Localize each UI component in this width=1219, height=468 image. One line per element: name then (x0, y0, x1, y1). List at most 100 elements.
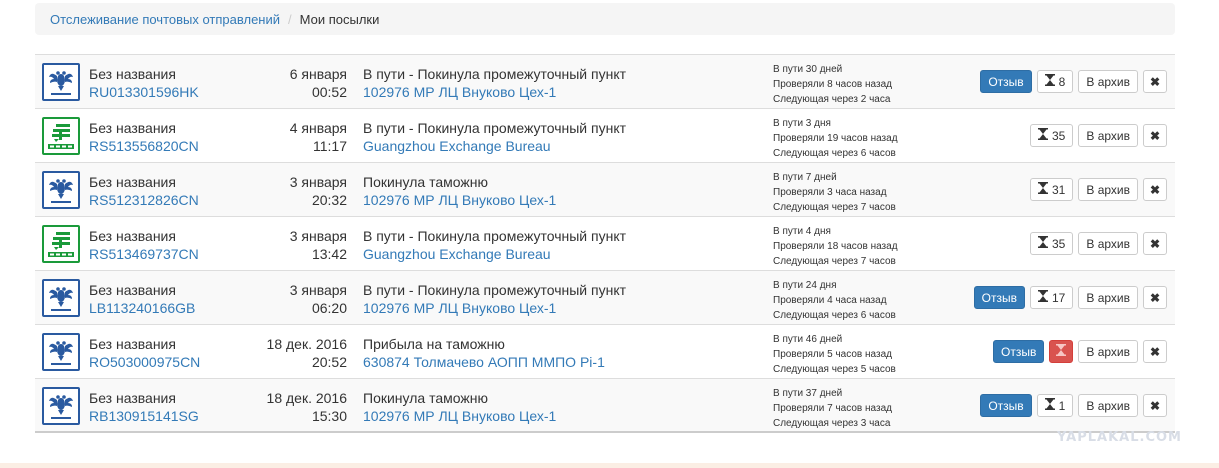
hourglass-icon (1038, 290, 1048, 305)
table-row: Без названия RO503000975CN 18 дек. 2016 … (35, 325, 1175, 379)
hourglass-icon (1038, 182, 1048, 197)
china-post-logo (42, 225, 80, 263)
archive-button[interactable]: В архив (1078, 178, 1138, 201)
tracking-number-link[interactable]: RO503000975CN (89, 354, 200, 370)
parcel-name: Без названия (89, 66, 176, 82)
timer-count: 31 (1052, 182, 1066, 197)
status-text: В пути - Покинула промежуточный пункт (363, 120, 627, 136)
timer-count: 1 (1058, 398, 1066, 413)
archive-button[interactable]: В архив (1078, 340, 1138, 363)
location-link[interactable]: Guangzhou Exchange Bureau (363, 246, 551, 262)
last-checked: Проверяли 3 часа назад (773, 187, 887, 198)
breadcrumb: Отслеживание почтовых отправлений / Мои … (35, 3, 1175, 35)
parcel-name: Без названия (89, 390, 176, 406)
transit-duration: В пути 4 дня (773, 226, 831, 237)
location-link[interactable]: 102976 МР ЛЦ Внуково Цех-1 (363, 192, 556, 208)
delete-button[interactable]: ✖ (1143, 394, 1167, 417)
parcel-name: Без названия (89, 174, 176, 190)
tracking-info: В пути 4 дня Проверяли 18 часов назад Сл… (773, 224, 898, 269)
event-date: 3 января (289, 282, 347, 298)
location-link[interactable]: 102976 МР ЛЦ Внуково Цех-1 (363, 408, 556, 424)
location-link[interactable]: 102976 МР ЛЦ Внуково Цех-1 (363, 84, 556, 100)
refresh-timer-button[interactable]: 17 (1030, 286, 1074, 309)
refresh-timer-button[interactable]: 8 (1036, 70, 1074, 93)
row-actions: Отзыв В архив ✖ (993, 340, 1167, 363)
tracking-info: В пути 3 дня Проверяли 19 часов назад Сл… (773, 116, 898, 161)
status-text: Покинула таможню (363, 390, 488, 406)
refresh-timer-button[interactable]: 1 (1036, 394, 1074, 417)
hourglass-icon (1056, 344, 1067, 359)
refresh-timer-button[interactable]: 31 (1030, 178, 1074, 201)
russian-post-logo (42, 387, 80, 425)
table-row: Без названия LB113240166GB 3 января 06:2… (35, 271, 1175, 325)
next-check: Следующая через 7 часов (773, 202, 896, 213)
tracking-number-link[interactable]: RS512312826CN (89, 192, 199, 208)
event-time: 13:42 (311, 246, 347, 262)
tracking-number-link[interactable]: LB113240166GB (89, 300, 195, 316)
archive-button[interactable]: В архив (1078, 124, 1138, 147)
event-time: 15:30 (311, 408, 347, 424)
next-check: Следующая через 7 часов (773, 256, 896, 267)
row-actions: Отзыв 8 В архив ✖ (980, 70, 1167, 93)
delete-button[interactable]: ✖ (1143, 70, 1167, 93)
tracking-number-link[interactable]: RB130915141SG (89, 408, 199, 424)
russian-post-logo (42, 63, 80, 101)
china-post-logo (42, 117, 80, 155)
status-text: Прибыла на таможню (363, 336, 505, 352)
event-date: 6 января (289, 66, 347, 82)
next-check: Следующая через 2 часа (773, 94, 891, 105)
status-text: Покинула таможню (363, 174, 488, 190)
table-row: Без названия RU013301596HK 6 января 00:5… (35, 55, 1175, 109)
tracking-info: В пути 37 дней Проверяли 7 часов назад С… (773, 386, 892, 431)
tracking-info: В пути 30 дней Проверяли 8 часов назад С… (773, 62, 892, 107)
archive-button[interactable]: В архив (1078, 286, 1138, 309)
transit-duration: В пути 3 дня (773, 118, 831, 129)
row-actions: Отзыв 17 В архив ✖ (973, 286, 1167, 309)
table-row: Без названия RS513469737CN 3 января 13:4… (35, 217, 1175, 271)
close-icon: ✖ (1149, 290, 1161, 305)
refresh-timer-button[interactable] (1049, 340, 1074, 363)
refresh-timer-button[interactable]: 35 (1030, 232, 1074, 255)
parcel-table: Без названия RU013301596HK 6 января 00:5… (35, 54, 1175, 433)
review-button[interactable]: Отзыв (973, 286, 1025, 309)
row-actions: 35 В архив ✖ (1030, 124, 1167, 147)
event-time: 06:20 (311, 300, 347, 316)
tracking-number-link[interactable]: RU013301596HK (89, 84, 199, 100)
review-button[interactable]: Отзыв (980, 70, 1032, 93)
close-icon: ✖ (1149, 398, 1161, 413)
event-date: 3 января (289, 228, 347, 244)
delete-button[interactable]: ✖ (1143, 340, 1167, 363)
last-checked: Проверяли 7 часов назад (773, 403, 892, 414)
delete-button[interactable]: ✖ (1143, 124, 1167, 147)
location-link[interactable]: 102976 МР ЛЦ Внуково Цех-1 (363, 300, 556, 316)
tracking-number-link[interactable]: RS513469737CN (89, 246, 199, 262)
archive-button[interactable]: В архив (1078, 70, 1138, 93)
timer-count: 17 (1052, 290, 1066, 305)
location-link[interactable]: 630874 Толмачево АОПП ММПО Pi-1 (363, 354, 605, 370)
parcel-name: Без названия (89, 282, 176, 298)
delete-button[interactable]: ✖ (1143, 232, 1167, 255)
refresh-timer-button[interactable]: 35 (1030, 124, 1074, 147)
delete-button[interactable]: ✖ (1143, 178, 1167, 201)
archive-button[interactable]: В архив (1078, 394, 1138, 417)
event-date: 3 января (289, 174, 347, 190)
archive-button[interactable]: В архив (1078, 232, 1138, 255)
location-link[interactable]: Guangzhou Exchange Bureau (363, 138, 551, 154)
close-icon: ✖ (1149, 74, 1161, 89)
delete-button[interactable]: ✖ (1143, 286, 1167, 309)
transit-duration: В пути 37 дней (773, 388, 843, 399)
close-icon: ✖ (1149, 236, 1161, 251)
review-button[interactable]: Отзыв (993, 340, 1045, 363)
tracking-info: В пути 24 дня Проверяли 4 часа назад Сле… (773, 278, 896, 323)
review-button[interactable]: Отзыв (980, 394, 1032, 417)
tracking-number-link[interactable]: RS513556820CN (89, 138, 199, 154)
transit-duration: В пути 24 дня (773, 280, 837, 291)
event-date: 4 января (289, 120, 347, 136)
hourglass-icon (1044, 74, 1055, 89)
row-actions: Отзыв 1 В архив ✖ (980, 394, 1167, 417)
transit-duration: В пути 7 дней (773, 172, 837, 183)
close-icon: ✖ (1149, 182, 1161, 197)
russian-post-logo (42, 171, 80, 209)
parcel-name: Без названия (89, 120, 176, 136)
breadcrumb-tracking-link[interactable]: Отслеживание почтовых отправлений (50, 12, 280, 27)
